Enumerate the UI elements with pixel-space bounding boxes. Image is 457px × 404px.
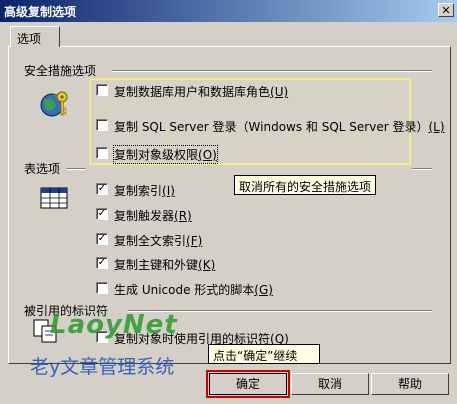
help-button[interactable]: 帮助	[371, 373, 449, 395]
label-unicode-script: 生成 Unicode 形式的脚本(G)	[114, 283, 273, 297]
tab-options[interactable]: 选项	[10, 26, 60, 47]
checkbox-copy-triggers[interactable]: ✓	[96, 208, 108, 220]
tooltip-security: 取消所有的安全措施选项	[234, 175, 376, 195]
label-copy-indexes: 复制索引(I)	[114, 184, 175, 198]
label-copy-keys: 复制主键和外键(K)	[114, 258, 216, 272]
tab-label: 选项	[17, 32, 42, 46]
security-key-icon	[38, 88, 72, 122]
table-divider-right	[412, 168, 432, 170]
title-bar: 高级复制选项	[0, 0, 457, 22]
label-copy-triggers: 复制触发器(R)	[114, 209, 192, 223]
tooltip-ok: 点击“确定”继续	[208, 344, 320, 364]
security-divider	[112, 70, 432, 72]
checkbox-copy-object-permissions[interactable]	[96, 147, 108, 159]
close-icon: ✕	[441, 4, 451, 17]
watermark-brand: LaoyNet	[50, 310, 178, 340]
checkbox-copy-indexes[interactable]: ✓	[96, 183, 108, 195]
label-copy-db-users: 复制数据库用户和数据库角色(U)	[114, 85, 289, 99]
checkbox-copy-fulltext[interactable]: ✓	[96, 233, 108, 245]
ok-button[interactable]: 确定	[206, 370, 290, 398]
table-divider-left	[66, 168, 86, 170]
cancel-button[interactable]: 取消	[291, 373, 369, 395]
security-header: 安全措施选项	[24, 64, 97, 78]
label-copy-object-permissions: 复制对象级权限(O)	[113, 145, 218, 164]
table-grid-icon	[40, 186, 68, 210]
checkbox-copy-db-users[interactable]	[96, 84, 108, 96]
close-button[interactable]: ✕	[438, 3, 454, 17]
label-copy-sql-logins: 复制 SQL Server 登录（Windows 和 SQL Server 登录…	[114, 120, 445, 134]
table-header: 表选项	[24, 162, 61, 176]
checkbox-copy-sql-logins[interactable]	[96, 119, 108, 131]
label-copy-fulltext: 复制全文索引(F)	[114, 234, 203, 248]
checkbox-copy-keys[interactable]: ✓	[96, 257, 108, 269]
window-title: 高级复制选项	[4, 5, 77, 19]
checkbox-unicode-script[interactable]	[96, 282, 108, 294]
watermark-text: 老y文章管理系统	[30, 356, 175, 378]
